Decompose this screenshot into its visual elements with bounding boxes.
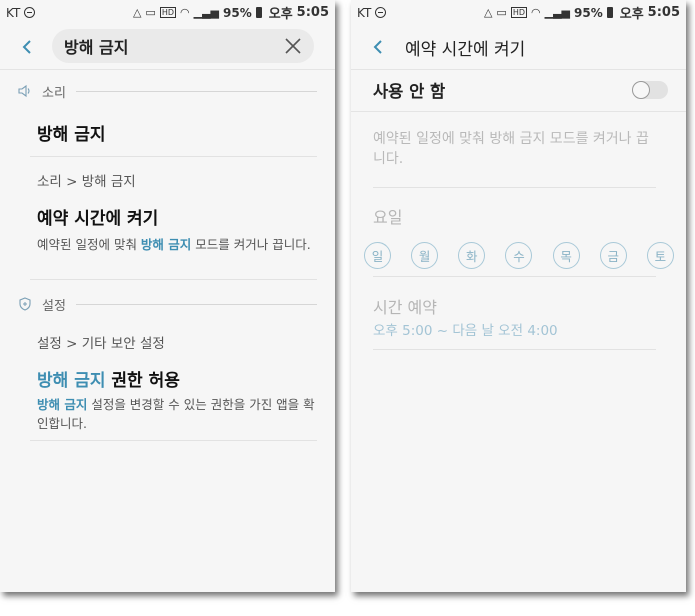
enable-toggle[interactable] [632, 81, 668, 99]
search-header [0, 25, 335, 69]
status-icons: △ ▭ HD ◠ ▁▃▅ 95% 오후 5:05 [133, 3, 329, 22]
search-bar [52, 29, 314, 63]
status-bar: KT △ ▭ HD ◠ ▁▃▅ 95% 오후 5:05 [0, 0, 335, 25]
carrier-label: KT [6, 5, 21, 20]
chevron-left-icon [373, 40, 382, 54]
day-selector: 일 월 화 수 목 금 토 [364, 242, 674, 269]
speaker-icon [18, 84, 30, 98]
desc-highlight: 방해 금지 [140, 237, 192, 252]
result-description: 방해 금지 설정을 변경할 수 있는 권한을 가진 앱을 확인합니다. [37, 395, 317, 433]
clock-time: 5:05 [296, 5, 329, 20]
list-divider [373, 187, 656, 188]
day-sun-button[interactable]: 일 [364, 242, 391, 269]
clock-time: 5:05 [647, 5, 680, 20]
section-header-settings: 설정 [18, 295, 317, 314]
result-item-scheduled[interactable]: 예약 시간에 켜기 예약된 일정에 맞춰 방해 금지 모드를 켜거나 끕니다. [37, 204, 317, 254]
section-line [75, 303, 317, 305]
desc-text: 모드를 켜거나 끕니다. [191, 237, 311, 252]
result-title: 방해 금지 [37, 125, 106, 145]
result-item-dnd[interactable]: 방해 금지 [37, 120, 317, 145]
breadcrumb: 설정 > 기타 보안 설정 [37, 336, 165, 352]
cast-icon: ▭ [145, 6, 156, 19]
hd-icon: HD [159, 7, 176, 18]
status-bar: KT △ ▭ HD ◠ ▁▃▅ 95% 오후 5:05 [351, 0, 686, 25]
clear-search-icon[interactable] [284, 37, 302, 55]
sync-icon: △ [483, 6, 493, 19]
do-not-disturb-status-icon [24, 7, 36, 18]
hd-icon: HD [510, 7, 527, 18]
result-item-breadcrumb[interactable]: 설정 > 기타 보안 설정 [37, 332, 317, 352]
breadcrumb: 소리 > 방해 금지 [37, 174, 136, 190]
wifi-icon: ◠ [531, 6, 541, 19]
back-button[interactable] [20, 39, 36, 55]
carrier-label: KT [357, 5, 372, 20]
day-sat-button[interactable]: 토 [646, 242, 674, 269]
list-divider [373, 276, 656, 277]
toggle-knob [632, 81, 650, 99]
day-wed-button[interactable]: 수 [505, 242, 533, 269]
schedule-description: 예약된 일정에 맞춰 방해 금지 모드를 켜거나 끕니다. [373, 131, 649, 167]
result-item-breadcrumb[interactable]: 소리 > 방해 금지 [37, 170, 317, 190]
battery-percent: 95% [574, 5, 603, 20]
back-button[interactable] [371, 39, 387, 55]
day-thu-button[interactable]: 목 [552, 242, 580, 269]
shield-icon [19, 297, 31, 311]
list-divider [373, 349, 656, 350]
battery-icon [606, 7, 613, 18]
clock-ampm: 오후 [619, 7, 644, 22]
section-title: 설정 [42, 298, 66, 314]
cast-icon: ▭ [496, 6, 507, 19]
toggle-label: 사용 안 함 [373, 82, 446, 101]
day-tue-button[interactable]: 화 [458, 242, 486, 269]
battery-percent: 95% [223, 5, 252, 20]
section-title: 소리 [42, 85, 66, 101]
result-title: 예약 시간에 켜기 [37, 209, 159, 229]
section-header-sound: 소리 [18, 82, 317, 101]
clock-ampm: 오후 [268, 7, 293, 22]
result-description: 예약된 일정에 맞춰 방해 금지 모드를 켜거나 끕니다. [37, 235, 317, 254]
do-not-disturb-status-icon [375, 7, 387, 18]
status-icons: △ ▭ HD ◠ ▁▃▅ 95% 오후 5:05 [484, 3, 680, 22]
days-label: 요일 [373, 208, 403, 227]
title-highlight: 방해 금지 [37, 371, 106, 391]
header-divider [351, 69, 686, 70]
search-input[interactable] [64, 36, 284, 56]
desc-highlight: 방해 금지 [37, 397, 88, 412]
toggle-divider [351, 111, 686, 112]
scheduled-dnd-screen: KT △ ▭ HD ◠ ▁▃▅ 95% 오후 5:05 예약 시간에 켜기 사용… [351, 0, 686, 592]
screen-header: 예약 시간에 켜기 [351, 25, 686, 69]
list-divider [30, 156, 317, 157]
battery-icon [255, 7, 262, 18]
search-results-screen: KT △ ▭ HD ◠ ▁▃▅ 95% 오후 5:05 소리 방해 금지 [0, 0, 335, 592]
wifi-icon: ◠ [180, 6, 190, 19]
chevron-left-icon [22, 40, 31, 54]
day-fri-button[interactable]: 금 [599, 242, 627, 269]
result-item-permission[interactable]: 방해 금지 권한 허용 방해 금지 설정을 변경할 수 있는 권한을 가진 앱을… [37, 366, 317, 433]
header-divider [0, 69, 335, 70]
schedule-label[interactable]: 시간 예약 [373, 294, 437, 318]
signal-icon: ▁▃▅ [544, 6, 570, 19]
list-divider [30, 440, 317, 441]
signal-icon: ▁▃▅ [193, 6, 219, 19]
desc-text: 예약된 일정에 맞춰 [37, 237, 141, 252]
schedule-time-range: 오후 5:00 ~ 다음 날 오전 4:00 [373, 323, 558, 339]
section-line [75, 90, 317, 92]
title-text: 권한 허용 [105, 371, 180, 391]
result-title: 방해 금지 권한 허용 [37, 366, 317, 391]
page-title: 예약 시간에 켜기 [405, 39, 526, 60]
day-mon-button[interactable]: 월 [411, 242, 439, 269]
sync-icon: △ [132, 6, 142, 19]
list-divider [30, 279, 317, 280]
